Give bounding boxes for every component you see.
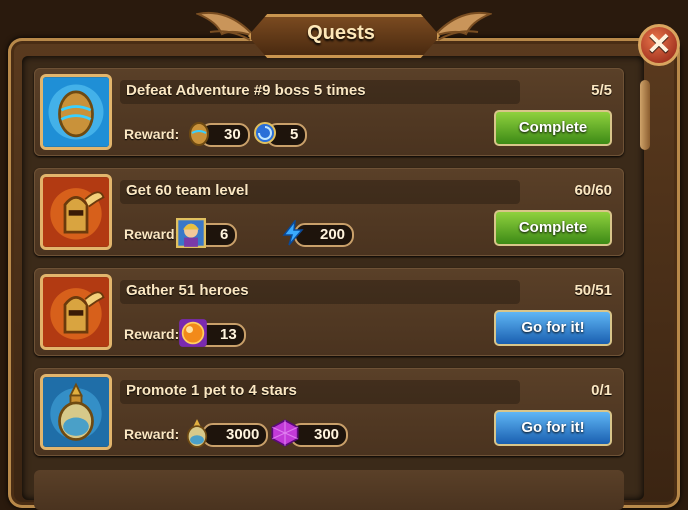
reward-label: Reward: — [124, 326, 180, 342]
wing-ornament-left-icon — [196, 11, 256, 41]
quest-title: Gather 51 heroes — [126, 282, 249, 299]
scrollbar-thumb[interactable] — [640, 80, 650, 150]
pet-potion-icon — [186, 419, 208, 448]
reward-label: Reward: — [124, 126, 180, 142]
bronze-egg-icon — [189, 122, 209, 146]
quest-row: Get 60 team level 60/60 Reward: 6 200 Co… — [34, 168, 624, 256]
pet-potion-quest-icon — [40, 374, 112, 450]
bronze-egg-quest-icon — [40, 74, 112, 150]
complete-button[interactable]: Complete — [494, 110, 612, 146]
swirl-orb-icon — [254, 122, 276, 144]
close-button[interactable]: ✕ — [638, 24, 680, 66]
reward-label: Reward: — [124, 426, 180, 442]
quest-row: Gather 51 heroes 50/51 Reward: 13 Go for… — [34, 268, 624, 356]
quest-title: Defeat Adventure #9 boss 5 times — [126, 82, 366, 99]
fire-orb-icon — [179, 319, 207, 347]
reward-amount: 200 — [320, 226, 346, 243]
reward-label: Reward: — [124, 226, 180, 242]
hero-portrait-icon — [176, 218, 206, 248]
complete-button[interactable]: Complete — [494, 210, 612, 246]
window-title: Quests — [307, 22, 375, 44]
reward-amount: 3000 — [226, 426, 260, 443]
quest-progress: 50/51 — [574, 282, 612, 299]
quest-title: Promote 1 pet to 4 stars — [126, 382, 297, 399]
quest-row: Promote 1 pet to 4 stars 0/1 Reward: 300… — [34, 368, 624, 456]
wing-ornament-right-icon — [432, 11, 492, 41]
reward-amount: 5 — [290, 126, 299, 143]
reward-amount: 300 — [314, 426, 340, 443]
reward-amount: 13 — [220, 326, 237, 343]
quest-row-partial — [34, 470, 624, 510]
winged-helmet-quest-icon — [40, 174, 112, 250]
go-for-it-button[interactable]: Go for it! — [494, 310, 612, 346]
lightning-icon — [282, 220, 304, 246]
go-for-it-button[interactable]: Go for it! — [494, 410, 612, 446]
purple-gem-icon — [271, 419, 299, 447]
winged-helmet-quest-icon — [40, 274, 112, 350]
quest-title: Get 60 team level — [126, 182, 249, 199]
quest-progress: 5/5 — [591, 82, 612, 99]
reward-amount: 6 — [220, 226, 229, 243]
reward-amount: 30 — [224, 126, 241, 143]
quest-row: Defeat Adventure #9 boss 5 times 5/5 Rew… — [34, 68, 624, 156]
quest-progress: 0/1 — [591, 382, 612, 399]
quest-progress: 60/60 — [574, 182, 612, 199]
